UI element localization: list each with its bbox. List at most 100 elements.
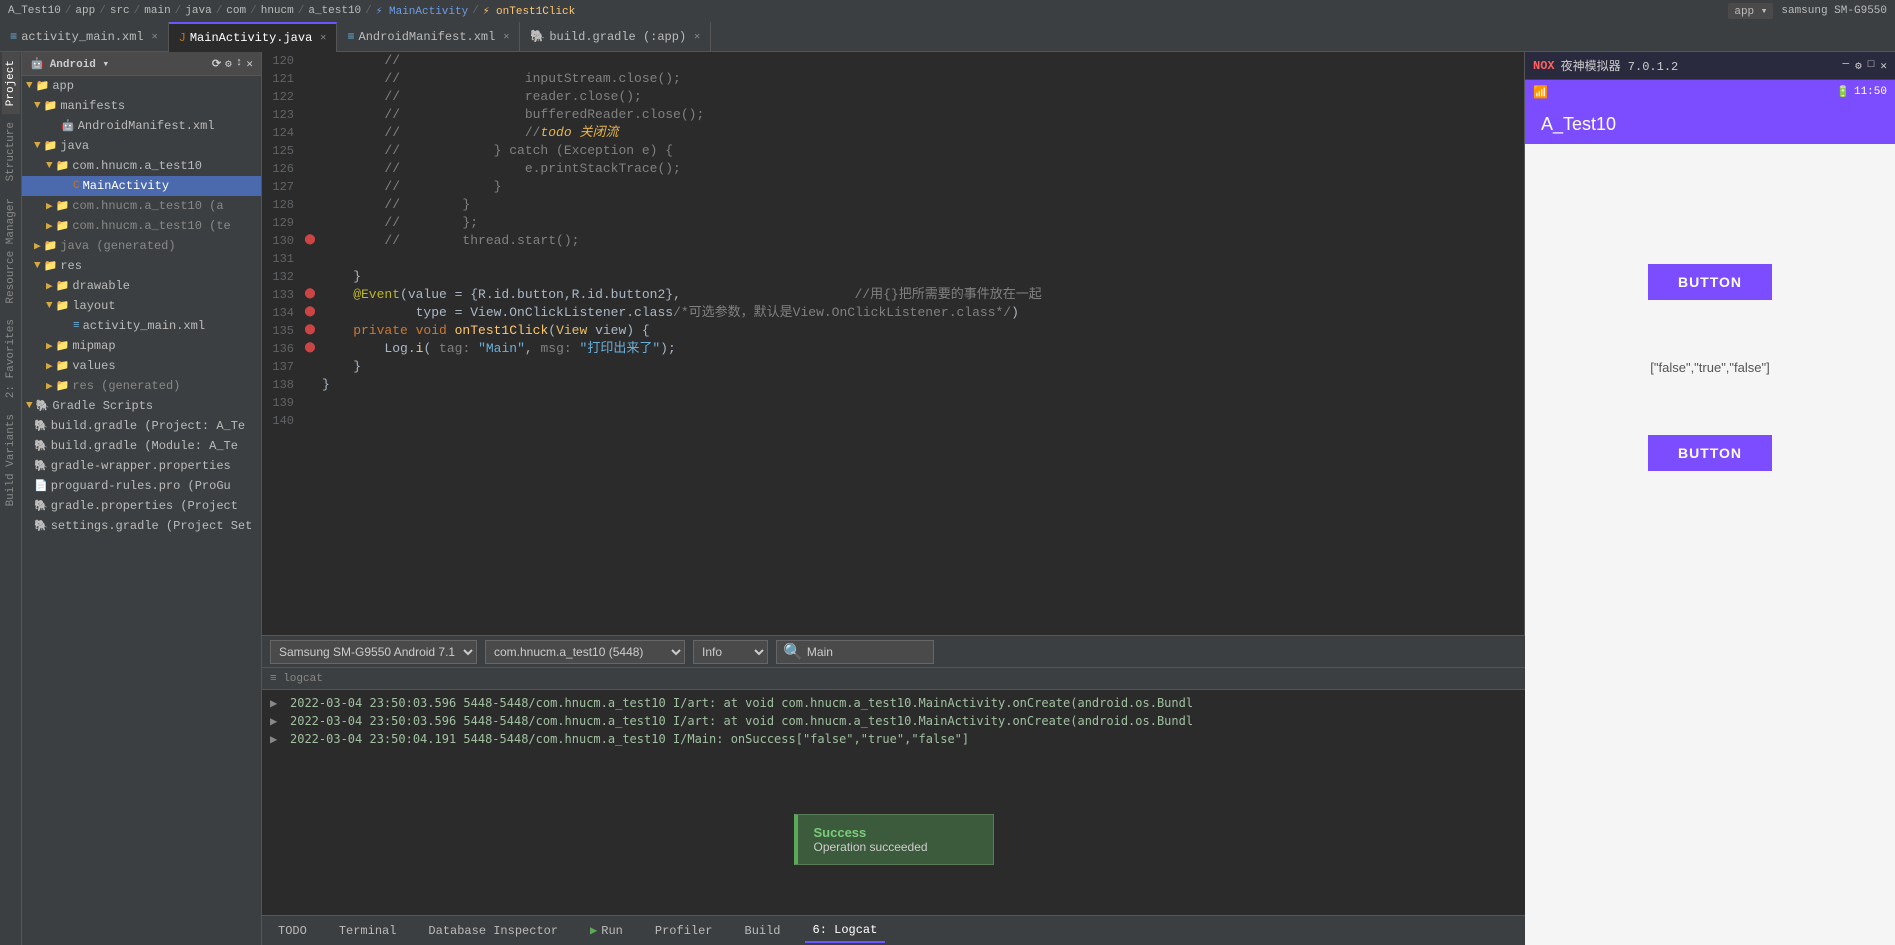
logcat-search-box[interactable]: 🔍 [776, 640, 934, 664]
sync-icon[interactable]: ⟳ [212, 57, 221, 71]
tab-close-icon[interactable]: ✕ [152, 31, 158, 43]
run-config[interactable]: app ▾ [1728, 3, 1773, 19]
tree-item-package-test2[interactable]: ▶ 📁 com.hnucm.a_test10 (te [22, 216, 261, 236]
breakpoint-icon[interactable]: ⬤ [304, 304, 315, 322]
logcat-search-input[interactable] [807, 645, 927, 659]
panel-project[interactable]: Project [2, 52, 20, 114]
tab-androidmanifest-xml[interactable]: ≡ AndroidManifest.xml ✕ [337, 22, 520, 52]
device-select[interactable]: Samsung SM-G9550 Android 7.1 [270, 640, 477, 664]
tree-item-mipmap[interactable]: ▶ 📁 mipmap [22, 336, 261, 356]
tree-item-mainactivity[interactable]: C MainActivity [22, 176, 261, 196]
breadcrumb-item[interactable]: ⚡ MainActivity [376, 4, 468, 18]
tree-item-proguard[interactable]: 📄 proguard-rules.pro (ProGu [22, 476, 261, 496]
collapse-icon[interactable]: ↕ [236, 57, 243, 71]
package-select[interactable]: com.hnucm.a_test10 (5448) [485, 640, 685, 664]
folder-icon: 📁 [56, 339, 70, 353]
xml-icon: ≡ [10, 30, 17, 44]
tree-item-res[interactable]: ▼ 📁 res [22, 256, 261, 276]
breakpoint-icon[interactable]: ⬤ [304, 232, 315, 250]
xml-file-icon: ≡ [73, 320, 80, 332]
tab-close-icon[interactable]: ✕ [694, 31, 700, 43]
tab-build-gradle[interactable]: 🐘 build.gradle (:app) ✕ [520, 22, 711, 52]
breadcrumb-item[interactable]: src [110, 5, 130, 17]
tab-label-terminal: Terminal [339, 924, 397, 938]
tree-item-gradle-properties[interactable]: 🐘 gradle.properties (Project [22, 496, 261, 516]
breadcrumb-item[interactable]: ⚡ onTest1Click [483, 4, 575, 18]
tree-item-res-generated[interactable]: ▶ 📁 res (generated) [22, 376, 261, 396]
breadcrumb-item[interactable]: java [185, 5, 211, 17]
breadcrumb-item[interactable]: hnucm [261, 5, 294, 17]
tree-item-layout[interactable]: ▼ 📁 layout [22, 296, 261, 316]
folder-icon: 📁 [56, 159, 70, 173]
tree-item-app[interactable]: ▼ 📁 app [22, 76, 261, 96]
search-icon: 🔍 [783, 642, 803, 662]
tab-close-icon[interactable]: ✕ [320, 32, 326, 44]
logcat-panel: Samsung SM-G9550 Android 7.1 com.hnucm.a… [262, 635, 1525, 915]
tab-profiler[interactable]: Profiler [647, 920, 721, 942]
tab-close-icon[interactable]: ✕ [503, 31, 509, 43]
device-selector[interactable]: samsung SM-G9550 [1781, 5, 1887, 17]
tab-todo[interactable]: TODO [270, 920, 315, 942]
breadcrumb-item[interactable]: A_Test10 [8, 5, 61, 17]
tab-logcat[interactable]: 6: Logcat [805, 919, 886, 943]
tree-item-package-test[interactable]: ▶ 📁 com.hnucm.a_test10 (a [22, 196, 261, 216]
close-button[interactable]: ✕ [1880, 59, 1887, 73]
tab-label-run: Run [601, 924, 623, 938]
settings-icon[interactable]: ⚙ [225, 57, 232, 71]
tree-item-manifests[interactable]: ▼ 📁 manifests [22, 96, 261, 116]
panel-build-variants[interactable]: Build Variants [2, 406, 20, 514]
time-display: 11:50 [1854, 86, 1887, 98]
tree-item-gradle-scripts[interactable]: ▼ 🐘 Gradle Scripts [22, 396, 261, 416]
breadcrumb-item[interactable]: main [144, 5, 170, 17]
tree-item-activity-main-xml[interactable]: ≡ activity_main.xml [22, 316, 261, 336]
code-editor[interactable]: 120 // 121 // inputStream.close(); 122 [262, 52, 1524, 635]
breadcrumb-item[interactable]: a_test10 [308, 5, 361, 17]
maximize-button[interactable]: □ [1868, 59, 1875, 73]
breadcrumb-item[interactable]: com [226, 5, 246, 17]
logcat-content[interactable]: ▶ 2022-03-04 23:50:03.596 5448-5448/com.… [262, 690, 1525, 915]
panel-favorites[interactable]: 2: Favorites [2, 311, 20, 406]
top-bar-right: app ▾ samsung SM-G9550 [1728, 3, 1887, 19]
tab-build[interactable]: Build [737, 920, 789, 942]
breakpoint-icon[interactable]: ⬤ [304, 322, 315, 340]
tree-item-build-gradle-module[interactable]: 🐘 build.gradle (Module: A_Te [22, 436, 261, 456]
tree-label-layout: layout [72, 299, 115, 313]
panel-resource-manager[interactable]: Resource Manager [2, 190, 20, 312]
toast-title: Success [814, 825, 977, 840]
tree-label-java: java [60, 139, 89, 153]
tab-run[interactable]: ▶ Run [582, 919, 631, 942]
tab-main-activity-java[interactable]: J MainActivity.java ✕ [169, 22, 338, 52]
folder-expand-icon: ▼ [34, 260, 41, 272]
folder-icon: 📁 [56, 359, 70, 373]
log-text-2: 2022-03-04 23:50:03.596 5448-5448/com.hn… [290, 712, 1193, 730]
tree-item-java-generated[interactable]: ▶ 📁 java (generated) [22, 236, 261, 256]
code-line-131: 131 [262, 250, 1524, 268]
tree-item-gradle-wrapper[interactable]: 🐘 gradle-wrapper.properties [22, 456, 261, 476]
tree-item-drawable[interactable]: ▶ 📁 drawable [22, 276, 261, 296]
tree-item-androidmanifest[interactable]: 🤖 AndroidManifest.xml [22, 116, 261, 136]
breadcrumb-item[interactable]: app [75, 5, 95, 17]
tab-activity-main-xml[interactable]: ≡ activity_main.xml ✕ [0, 22, 169, 52]
emulator-controls: ─ ⚙ □ ✕ [1843, 59, 1887, 73]
breakpoint-icon[interactable]: ⬤ [304, 340, 315, 358]
code-line-138: 138 } [262, 376, 1524, 394]
code-line-124: 124 // //todo 关闭流 [262, 124, 1524, 142]
phone-button-1[interactable]: BUTTON [1648, 264, 1772, 300]
close-panel-icon[interactable]: ✕ [246, 57, 253, 71]
phone-button-2[interactable]: BUTTON [1648, 435, 1772, 471]
tree-item-package[interactable]: ▼ 📁 com.hnucm.a_test10 [22, 156, 261, 176]
breakpoint-icon[interactable]: ⬤ [304, 286, 315, 304]
panel-structure[interactable]: Structure [2, 114, 20, 189]
tab-database-inspector[interactable]: Database Inspector [420, 920, 566, 942]
project-tree: 🤖 Android ▾ ⟳ ⚙ ↕ ✕ ▼ 📁 app ▼ 📁 manifest… [22, 52, 262, 945]
minimize-button[interactable]: ─ [1843, 59, 1850, 73]
level-select[interactable]: Info Verbose Debug Warn Error [693, 640, 768, 664]
tree-label-mipmap: mipmap [72, 339, 115, 353]
tree-item-build-gradle-project[interactable]: 🐘 build.gradle (Project: A_Te [22, 416, 261, 436]
settings-button[interactable]: ⚙ [1855, 59, 1862, 73]
tab-terminal[interactable]: Terminal [331, 920, 405, 942]
tree-item-settings-gradle[interactable]: 🐘 settings.gradle (Project Set [22, 516, 261, 536]
tree-item-values[interactable]: ▶ 📁 values [22, 356, 261, 376]
tree-item-java[interactable]: ▼ 📁 java [22, 136, 261, 156]
folder-expand-icon: ▼ [46, 160, 53, 172]
